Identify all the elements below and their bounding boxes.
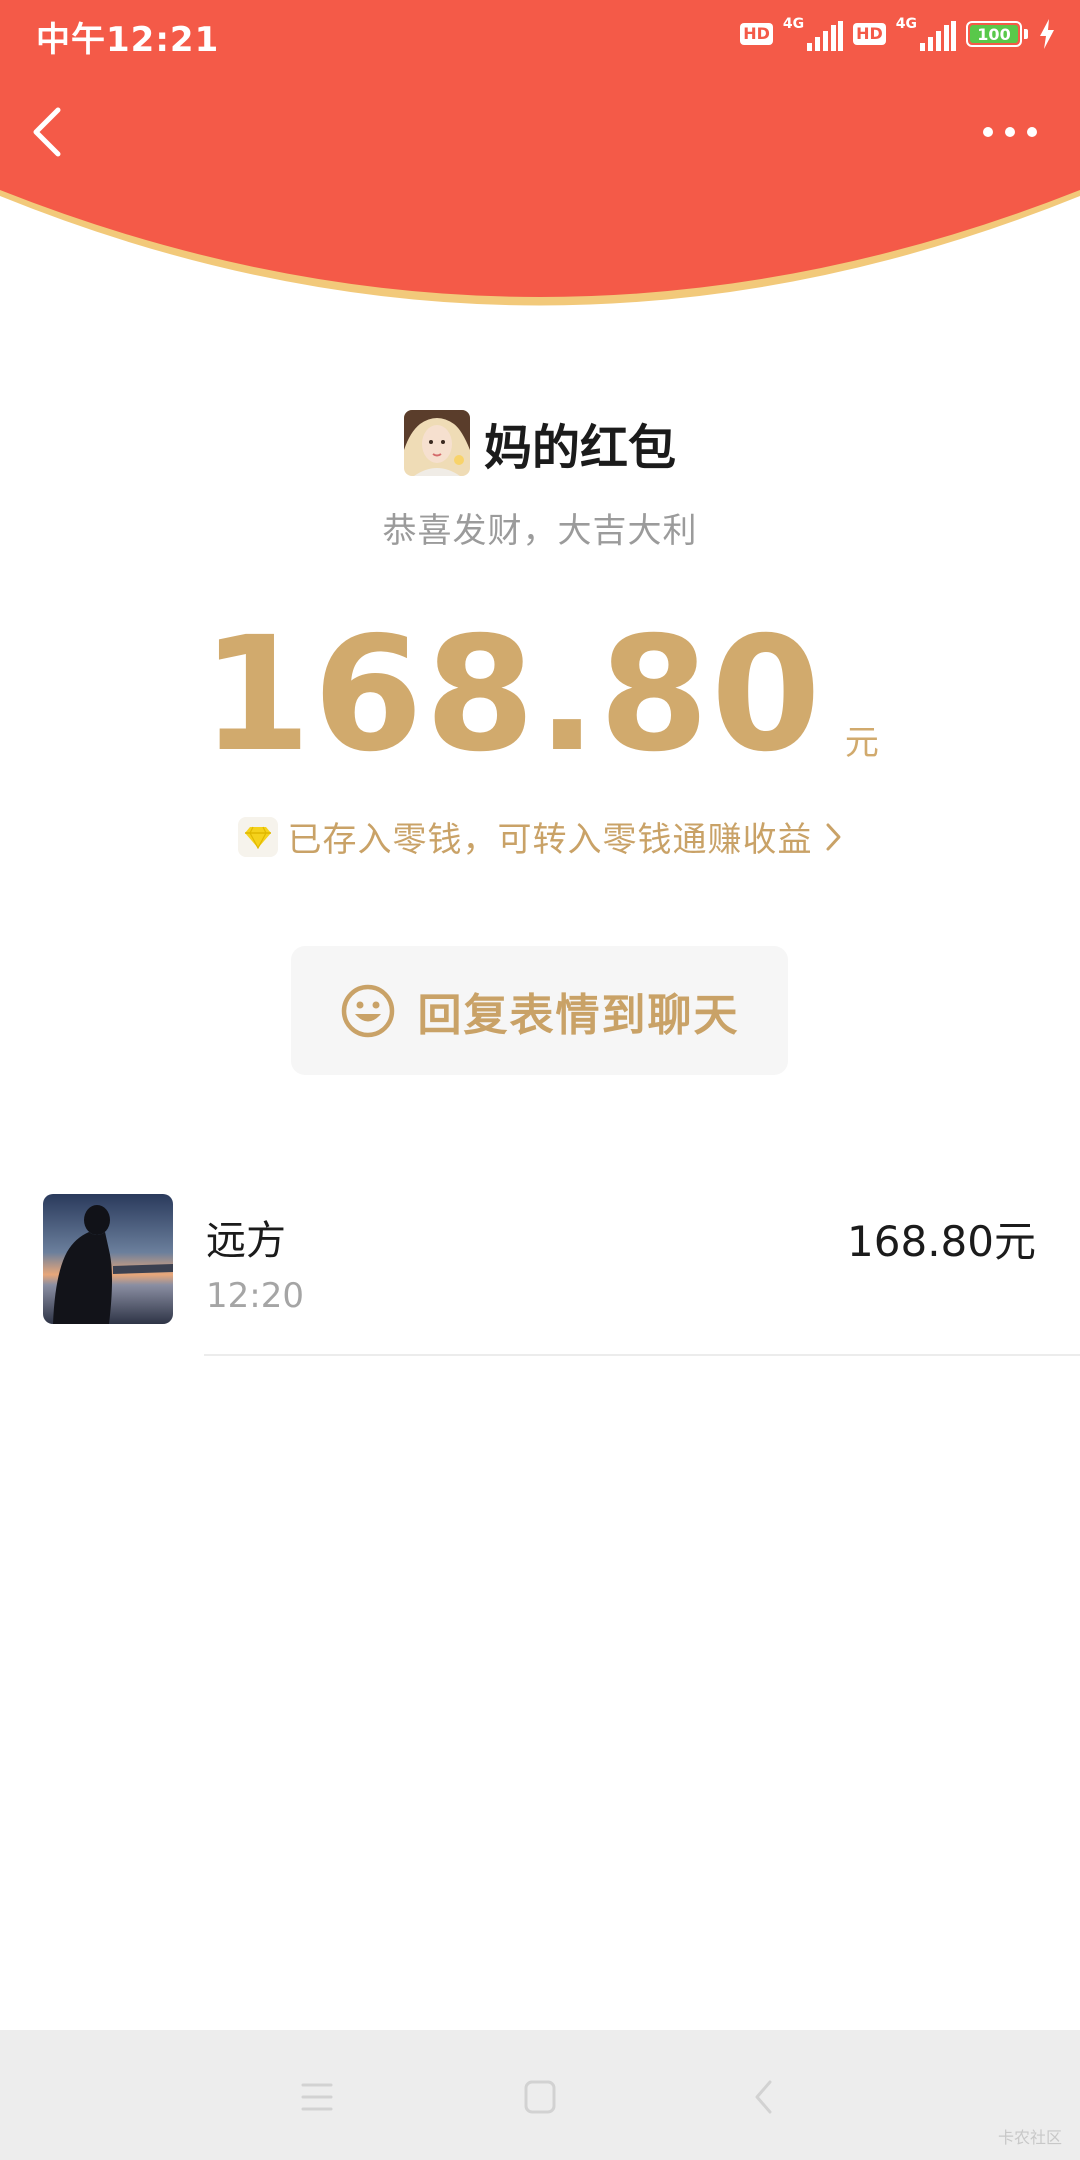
receiver-amount: 168.80元: [847, 1217, 1036, 1266]
deposit-text: 已存入零钱，可转入零钱通赚收益: [287, 820, 813, 860]
chevron-left-icon[interactable]: [26, 104, 70, 160]
system-nav-bar: [0, 2030, 1080, 2160]
sender-avatar[interactable]: [403, 410, 470, 476]
reply-sticker-button[interactable]: 回复表情到聊天: [291, 946, 788, 1075]
reply-button-label: 回复表情到聊天: [417, 989, 740, 1041]
status-bar: 中午12:21 HD 4G HD 4G 100: [0, 0, 1080, 70]
charging-icon: [1040, 19, 1054, 49]
battery-icon: 100: [966, 21, 1022, 47]
receiver-time: 12:20: [206, 1276, 304, 1316]
greeting-text: 恭喜发财，大吉大利: [382, 511, 698, 551]
menu-icon[interactable]: [292, 2072, 342, 2122]
sender-row: 妈的红包: [0, 408, 1080, 478]
status-icons: HD 4G HD 4G 100: [740, 14, 1056, 54]
home-square-icon[interactable]: [515, 2072, 565, 2122]
hd-icon-2: HD: [853, 23, 886, 45]
chevron-right-icon: [826, 823, 840, 850]
battery-tip: [1024, 29, 1028, 39]
amount-row: 168.80 元: [0, 603, 1080, 787]
status-time: 中午12:21: [36, 20, 220, 60]
hd-icon: HD: [740, 23, 773, 45]
amount-value: 168.80: [201, 603, 823, 787]
network-type-label-2: 4G: [895, 16, 917, 32]
smiley-icon: [341, 984, 394, 1037]
receiver-avatar[interactable]: [43, 1194, 173, 1324]
list-divider: [204, 1354, 1080, 1356]
receiver-name: 远方: [206, 1218, 286, 1264]
red-packet-detail-page: 中午12:21 HD 4G HD 4G 100 妈的红包 恭喜发财，大吉大利 1…: [0, 0, 1080, 2160]
battery-level: 100: [977, 24, 1011, 44]
more-dots-icon[interactable]: [980, 112, 1040, 152]
back-icon[interactable]: [740, 2072, 790, 2122]
network-type-label: 4G: [782, 16, 805, 32]
watermark-text: 卡农社区: [997, 2128, 1062, 2147]
amount-unit: 元: [844, 723, 879, 763]
sender-title: 妈的红包: [483, 420, 676, 476]
signal-icon: 4G: [782, 16, 844, 51]
list-item[interactable]: 远方 12:20 168.80元: [0, 1190, 1080, 1358]
deposit-link[interactable]: 已存入零钱，可转入零钱通赚收益: [0, 812, 1080, 861]
diamond-icon: [237, 816, 278, 857]
signal-icon-2: 4G: [896, 17, 956, 51]
